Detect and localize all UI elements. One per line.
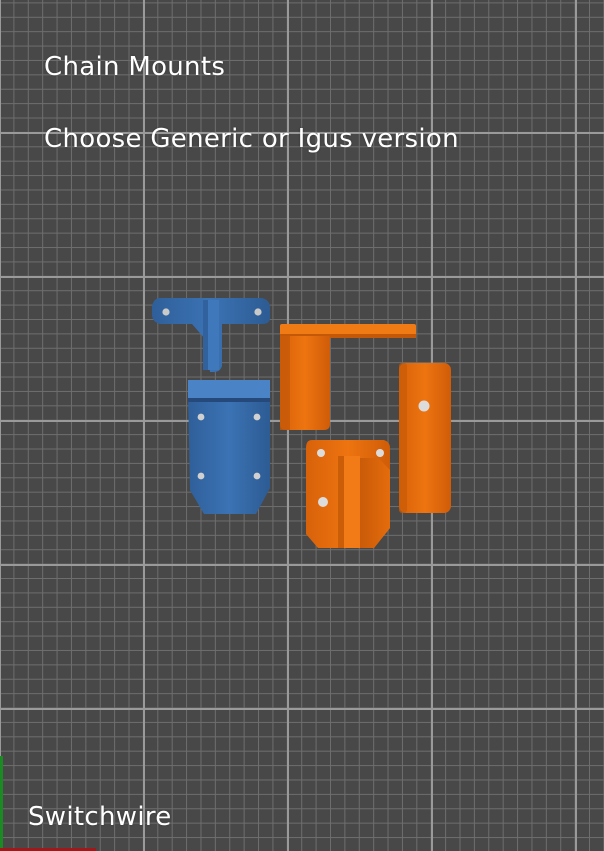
igus-chain-mount-block[interactable] bbox=[306, 440, 390, 548]
scene-title: Chain Mounts bbox=[44, 52, 226, 82]
printer-name-label: Switchwire bbox=[28, 802, 172, 832]
igus-chain-mount-strip[interactable] bbox=[399, 363, 451, 513]
scene-subtitle: Choose Generic or Igus version bbox=[44, 124, 459, 154]
generic-chain-mount-plate[interactable] bbox=[188, 380, 270, 514]
3d-viewport[interactable]: Chain Mounts Choose Generic or Igus vers… bbox=[0, 0, 604, 851]
y-axis-indicator bbox=[0, 756, 3, 851]
generic-chain-mount-bracket[interactable] bbox=[152, 298, 270, 372]
igus-chain-mount-angle[interactable] bbox=[280, 324, 416, 430]
